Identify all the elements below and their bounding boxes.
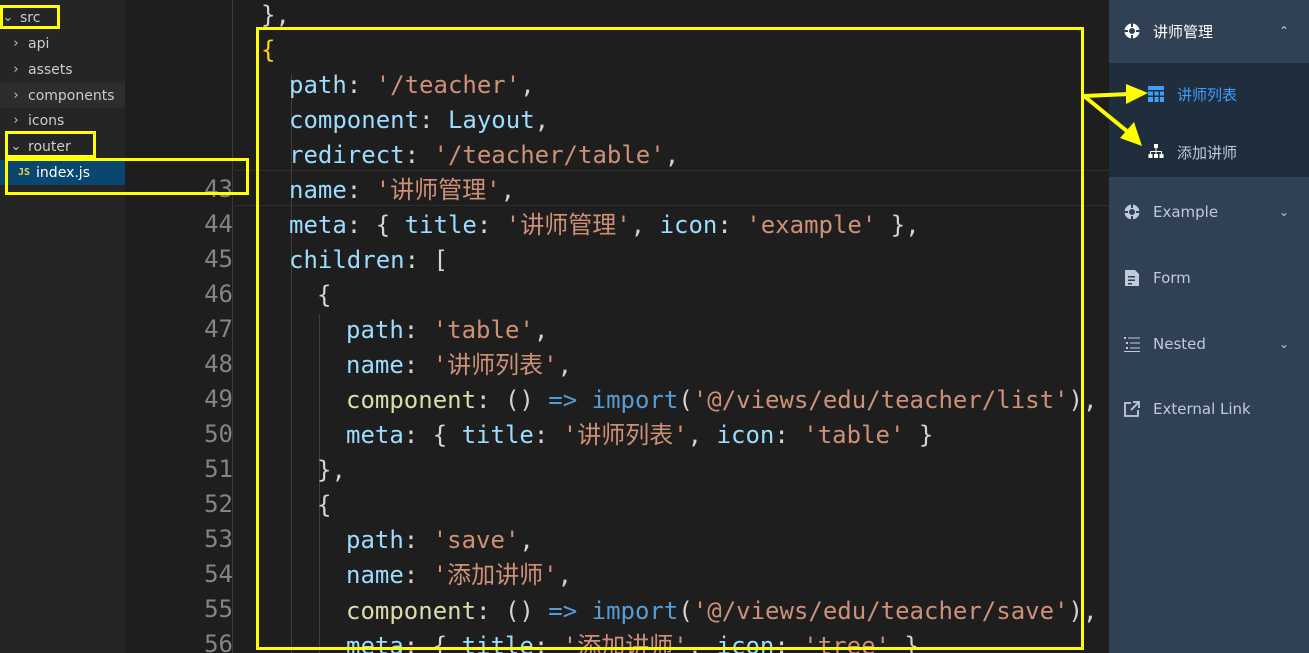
line-number: 55 xyxy=(204,595,233,623)
chevron-down-icon: ⌄ xyxy=(1278,337,1289,351)
line-number: 54 xyxy=(204,560,233,588)
nested-icon xyxy=(1123,335,1141,353)
menu-group-teacher-management[interactable]: 讲师管理 ⌃ xyxy=(1109,10,1309,52)
line-number: 47 xyxy=(204,315,233,343)
menu-label: Nested xyxy=(1153,335,1206,353)
menu-label: 讲师列表 xyxy=(1177,85,1238,104)
menu-label: External Link xyxy=(1153,400,1251,418)
line-number: 44 xyxy=(204,210,233,238)
tree-item-label: api xyxy=(28,35,50,52)
line-number: 56 xyxy=(204,630,233,653)
example-icon xyxy=(1123,203,1141,221)
annotation-arrows xyxy=(1082,84,1148,146)
line-number-gutter: 43 44 45 46 47 48 49 50 51 52 53 54 55 5… xyxy=(125,0,233,653)
chevron-right-icon: › xyxy=(13,62,19,77)
form-icon xyxy=(1123,269,1141,287)
annotation-box-router xyxy=(5,131,96,158)
line-number: 46 xyxy=(204,280,233,308)
menu-item-nested[interactable]: Nested ⌄ xyxy=(1109,323,1309,365)
line-number: 45 xyxy=(204,245,233,273)
menu-item-example[interactable]: Example ⌄ xyxy=(1109,191,1309,233)
chevron-right-icon: › xyxy=(13,88,19,103)
tree-item-label: components xyxy=(28,87,115,104)
chevron-right-icon: › xyxy=(13,113,19,128)
line-number: 51 xyxy=(204,455,233,483)
menu-label: 添加讲师 xyxy=(1177,143,1238,162)
chevron-down-icon: ⌄ xyxy=(1278,205,1289,219)
menu-label: 讲师管理 xyxy=(1153,22,1214,41)
gutter-divider xyxy=(232,0,233,653)
line-number: 50 xyxy=(204,420,233,448)
link-icon xyxy=(1123,400,1141,418)
line-number: 48 xyxy=(204,350,233,378)
line-number: 53 xyxy=(204,525,233,553)
annotation-box-code xyxy=(256,27,1084,650)
menu-item-external-link[interactable]: External Link xyxy=(1109,388,1309,430)
menu-label: Example xyxy=(1153,203,1219,221)
chevron-up-icon: ⌃ xyxy=(1278,24,1289,38)
menu-label: Form xyxy=(1153,269,1191,287)
tree-item-label: icons xyxy=(28,112,65,129)
line-number: 52 xyxy=(204,490,233,518)
menu-item-form[interactable]: Form xyxy=(1109,257,1309,299)
line-number: 49 xyxy=(204,385,233,413)
tree-item-label: assets xyxy=(28,61,73,78)
annotation-box-index-js xyxy=(5,158,249,195)
annotation-box-src xyxy=(0,5,60,29)
example-icon xyxy=(1123,22,1141,40)
chevron-right-icon: › xyxy=(13,36,19,51)
